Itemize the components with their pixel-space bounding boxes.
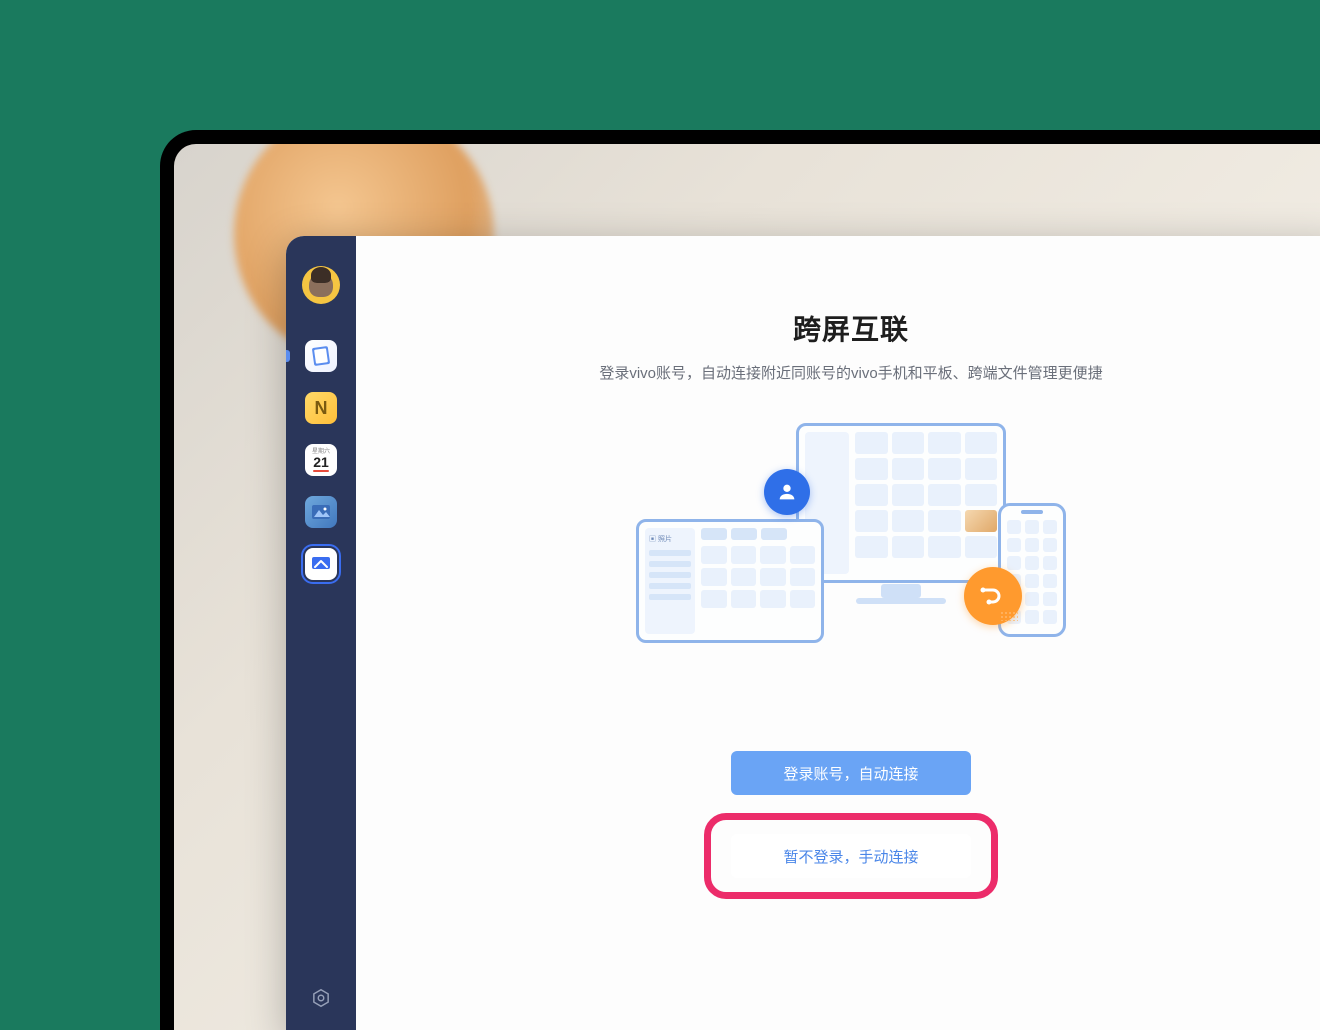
main-content: 跨屏互联 登录vivo账号，自动连接附近同账号的vivo手机和平板、跨端文件管理… bbox=[356, 236, 1320, 1030]
sidebar-item-documents[interactable] bbox=[305, 340, 337, 372]
app-window: N 星期六 21 跨屏互联 登录v bbox=[286, 236, 1320, 1030]
notes-icon: N bbox=[315, 398, 328, 419]
settings-button[interactable] bbox=[307, 984, 335, 1012]
user-badge-icon bbox=[764, 469, 810, 515]
highlight-annotation: 暂不登录，手动连接 bbox=[704, 813, 998, 899]
sidebar-item-calendar[interactable]: 星期六 21 bbox=[305, 444, 337, 476]
tablet-sidebar-label: ▣ 照片 bbox=[649, 534, 691, 544]
calendar-underline-icon bbox=[313, 470, 329, 472]
hero-illustration: ▣ 照片 bbox=[636, 423, 1066, 663]
calendar-day: 21 bbox=[313, 455, 329, 469]
laptop-bezel: N 星期六 21 跨屏互联 登录v bbox=[160, 130, 1320, 1030]
gallery-icon bbox=[312, 505, 330, 519]
sidebar-item-gallery[interactable] bbox=[305, 496, 337, 528]
sidebar-item-notes[interactable]: N bbox=[305, 392, 337, 424]
laptop-screen: N 星期六 21 跨屏互联 登录v bbox=[174, 144, 1320, 1030]
cast-icon bbox=[311, 556, 331, 572]
login-auto-connect-button[interactable]: 登录账号，自动连接 bbox=[731, 751, 971, 795]
sidebar: N 星期六 21 bbox=[286, 236, 356, 1030]
avatar[interactable] bbox=[302, 266, 340, 304]
page-title: 跨屏互联 bbox=[793, 308, 909, 348]
gear-icon bbox=[310, 987, 332, 1009]
illustration-tablet: ▣ 照片 bbox=[636, 519, 824, 643]
page-subtitle: 登录vivo账号，自动连接附近同账号的vivo手机和平板、跨端文件管理更便捷 bbox=[599, 362, 1102, 383]
illustration-monitor bbox=[796, 423, 1006, 583]
link-badge-icon bbox=[964, 567, 1022, 625]
document-icon bbox=[311, 345, 332, 367]
skip-manual-connect-button[interactable]: 暂不登录，手动连接 bbox=[731, 834, 971, 878]
sidebar-item-cross-screen[interactable] bbox=[305, 548, 337, 580]
